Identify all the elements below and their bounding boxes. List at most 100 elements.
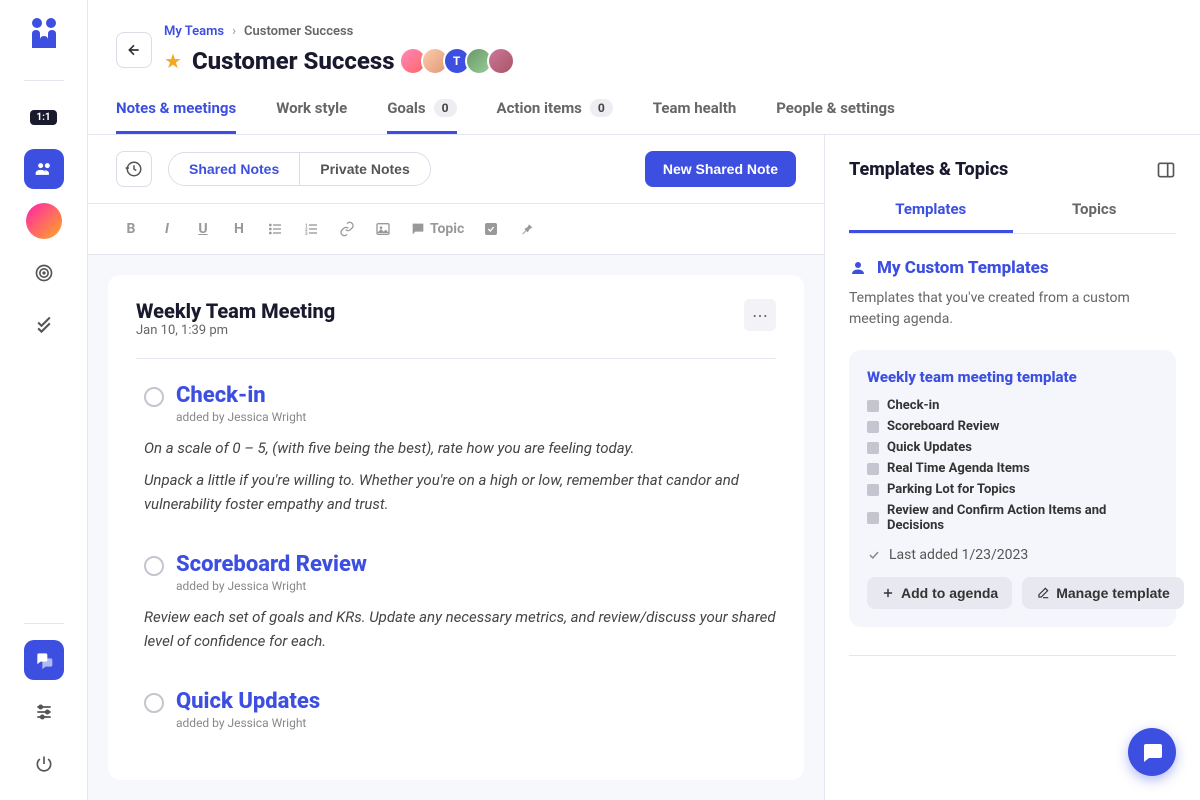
templates-panel: Templates & Topics Templates Topics My C… xyxy=(824,135,1200,800)
agenda-author: added by Jessica Wright xyxy=(176,579,367,593)
note-date: Jan 10, 1:39 pm xyxy=(136,323,335,338)
checkbox-circle[interactable] xyxy=(144,693,164,713)
nav-tasks[interactable] xyxy=(24,305,64,345)
italic-button[interactable]: I xyxy=(152,214,182,244)
nav-feedback[interactable] xyxy=(24,640,64,680)
manage-template-button[interactable]: Manage template xyxy=(1022,577,1184,609)
divider xyxy=(136,358,776,359)
pin-button[interactable] xyxy=(512,214,542,244)
people-icon xyxy=(34,159,54,179)
tab-work-style[interactable]: Work style xyxy=(276,99,347,134)
sidebar-nav: 1:1 xyxy=(24,97,64,615)
agenda-title: Quick Updates xyxy=(176,689,320,714)
heading-button[interactable]: H xyxy=(224,214,254,244)
content-area: Shared Notes Private Notes New Shared No… xyxy=(88,135,1200,800)
app-sidebar: 1:1 xyxy=(0,0,88,800)
format-toolbar: B I U H 123 Topic xyxy=(88,204,824,255)
template-actions: Add to agenda Manage template xyxy=(867,577,1158,609)
chevron-right-icon: › xyxy=(232,24,236,39)
sidebar-bottom xyxy=(24,640,64,784)
tab-goals[interactable]: Goals0 xyxy=(387,99,456,134)
template-item: Review and Confirm Action Items and Deci… xyxy=(867,503,1158,533)
bookmark-icon xyxy=(867,463,879,475)
breadcrumb-root[interactable]: My Teams xyxy=(164,24,224,39)
bookmark-icon xyxy=(867,421,879,433)
agenda-item: Check-in added by Jessica Wright On a sc… xyxy=(136,383,776,516)
template-card: Weekly team meeting template Check-in Sc… xyxy=(849,350,1176,627)
chat-launcher-button[interactable] xyxy=(1128,728,1176,776)
tab-team-health[interactable]: Team health xyxy=(653,99,736,134)
bookmark-icon xyxy=(867,442,879,454)
main-area: My Teams › Customer Success ★ Customer S… xyxy=(88,0,1200,800)
star-icon[interactable]: ★ xyxy=(164,49,182,73)
check-icon xyxy=(867,548,881,562)
breadcrumb-current: Customer Success xyxy=(244,24,353,39)
add-to-agenda-button[interactable]: Add to agenda xyxy=(867,577,1012,609)
tab-action-items[interactable]: Action items0 xyxy=(497,99,613,134)
breadcrumb: My Teams › Customer Success xyxy=(164,24,515,39)
numbered-list-icon: 123 xyxy=(303,221,319,237)
checkbox-circle[interactable] xyxy=(144,387,164,407)
plus-icon xyxy=(881,586,895,600)
bullet-list-icon xyxy=(267,221,283,237)
history-button[interactable] xyxy=(116,151,152,187)
section-description: Templates that you've created from a cus… xyxy=(849,288,1176,330)
comment-icon xyxy=(410,221,426,237)
app-logo xyxy=(28,16,60,56)
sliders-icon xyxy=(34,702,54,722)
private-notes-tab[interactable]: Private Notes xyxy=(300,153,429,185)
user-avatar-icon xyxy=(26,203,62,239)
double-check-icon xyxy=(34,315,54,335)
nav-settings[interactable] xyxy=(24,692,64,732)
bookmark-icon xyxy=(867,484,879,496)
agenda-title: Check-in xyxy=(176,383,306,408)
back-button[interactable] xyxy=(116,32,152,68)
page-title: Customer Success xyxy=(192,47,395,75)
edit-icon xyxy=(1036,586,1050,600)
template-item: Real Time Agenda Items xyxy=(867,461,1158,476)
templates-tab[interactable]: Templates xyxy=(849,200,1013,233)
avatar xyxy=(487,47,515,75)
checkbox-circle[interactable] xyxy=(144,556,164,576)
nav-one-on-one[interactable]: 1:1 xyxy=(24,97,64,137)
bold-button[interactable]: B xyxy=(116,214,146,244)
agenda-body[interactable]: Review each set of goals and KRs. Update… xyxy=(144,605,776,653)
bullet-list-button[interactable] xyxy=(260,214,290,244)
template-items-list: Check-in Scoreboard Review Quick Updates… xyxy=(867,398,1158,533)
pin-icon xyxy=(519,221,535,237)
section-header: My Custom Templates xyxy=(849,258,1176,278)
image-icon xyxy=(375,221,391,237)
new-shared-note-button[interactable]: New Shared Note xyxy=(645,151,796,187)
notes-toggle: Shared Notes Private Notes xyxy=(168,152,431,186)
panel-collapse-icon[interactable] xyxy=(1156,160,1176,180)
template-item: Quick Updates xyxy=(867,440,1158,455)
link-button[interactable] xyxy=(332,214,362,244)
tab-people-settings[interactable]: People & settings xyxy=(776,99,895,134)
divider xyxy=(24,80,64,81)
topic-button[interactable]: Topic xyxy=(404,214,470,244)
note-menu-button[interactable]: ⋯ xyxy=(744,299,776,331)
note-title: Weekly Team Meeting xyxy=(136,299,335,323)
template-name[interactable]: Weekly team meeting template xyxy=(867,368,1158,386)
template-item: Scoreboard Review xyxy=(867,419,1158,434)
nav-avatar[interactable] xyxy=(24,201,64,241)
nav-power[interactable] xyxy=(24,744,64,784)
agenda-body[interactable]: On a scale of 0 – 5, (with five being th… xyxy=(144,436,776,516)
page-header: My Teams › Customer Success ★ Customer S… xyxy=(88,0,1200,99)
chat-bubbles-icon xyxy=(34,650,54,670)
checkbox-button[interactable] xyxy=(476,214,506,244)
numbered-list-button[interactable]: 123 xyxy=(296,214,326,244)
nav-teams[interactable] xyxy=(24,149,64,189)
template-item: Check-in xyxy=(867,398,1158,413)
topics-tab[interactable]: Topics xyxy=(1013,200,1177,233)
nav-goals[interactable] xyxy=(24,253,64,293)
image-button[interactable] xyxy=(368,214,398,244)
team-avatars[interactable]: T xyxy=(405,47,515,75)
notes-toolbar: Shared Notes Private Notes New Shared No… xyxy=(88,135,824,204)
underline-button[interactable]: U xyxy=(188,214,218,244)
bookmark-icon xyxy=(867,400,879,412)
panel-title: Templates & Topics xyxy=(849,159,1008,180)
last-added-label: Last added 1/23/2023 xyxy=(867,547,1158,563)
tab-notes-meetings[interactable]: Notes & meetings xyxy=(116,99,236,134)
shared-notes-tab[interactable]: Shared Notes xyxy=(169,153,299,185)
